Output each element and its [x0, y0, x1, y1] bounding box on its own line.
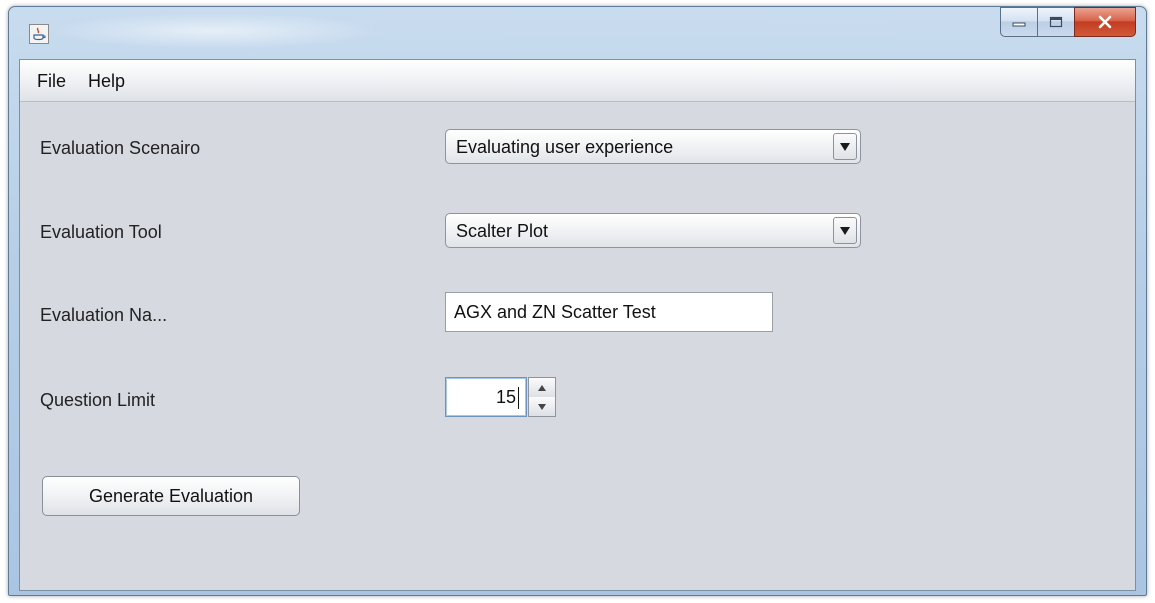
window-controls [1000, 7, 1136, 37]
scenario-dropdown-button[interactable] [833, 133, 857, 160]
question-limit-spinner[interactable]: 15 [445, 377, 527, 417]
menu-file[interactable]: File [37, 71, 66, 92]
evaluation-name-field[interactable]: AGX and ZN Scatter Test [445, 292, 773, 332]
evaluation-scenario-select[interactable]: Evaluating user experience [445, 129, 861, 164]
close-icon [1098, 15, 1112, 29]
question-limit-value: 15 [495, 387, 516, 407]
evaluation-name-value: AGX and ZN Scatter Test [454, 302, 656, 322]
text-caret [518, 387, 519, 409]
chevron-down-icon [840, 226, 850, 235]
evaluation-scenario-value: Evaluating user experience [456, 137, 674, 157]
title-bar[interactable] [9, 7, 1146, 59]
evaluation-tool-select[interactable]: Scalter Plot [445, 213, 861, 248]
chevron-down-icon [840, 142, 850, 151]
question-limit-label: Question Limit [40, 390, 156, 410]
app-window: File Help Evaluation Scenairo Evaluating… [8, 6, 1147, 596]
tool-dropdown-button[interactable] [833, 217, 857, 244]
close-button[interactable] [1074, 7, 1136, 37]
generate-evaluation-button[interactable]: Generate Evaluation [42, 476, 300, 516]
menu-bar: File Help [20, 60, 1135, 102]
evaluation-scenario-label: Evaluation Scenairo [40, 138, 201, 158]
evaluation-tool-value: Scalter Plot [456, 221, 549, 241]
content-panel: File Help Evaluation Scenairo Evaluating… [19, 59, 1136, 591]
spin-up-icon [538, 384, 546, 391]
spin-up-button[interactable] [529, 378, 555, 398]
maximize-button[interactable] [1037, 7, 1074, 37]
maximize-icon [1049, 16, 1063, 28]
menu-help[interactable]: Help [88, 71, 125, 92]
minimize-button[interactable] [1000, 7, 1037, 37]
spin-down-icon [538, 403, 546, 410]
evaluation-name-label: Evaluation Na... [40, 305, 168, 325]
evaluation-tool-label: Evaluation Tool [40, 222, 162, 242]
minimize-icon [1012, 22, 1026, 27]
title-glow [49, 13, 379, 49]
java-cup-icon[interactable] [29, 24, 49, 44]
spin-down-button[interactable] [529, 397, 555, 416]
spinner-buttons [528, 377, 556, 417]
